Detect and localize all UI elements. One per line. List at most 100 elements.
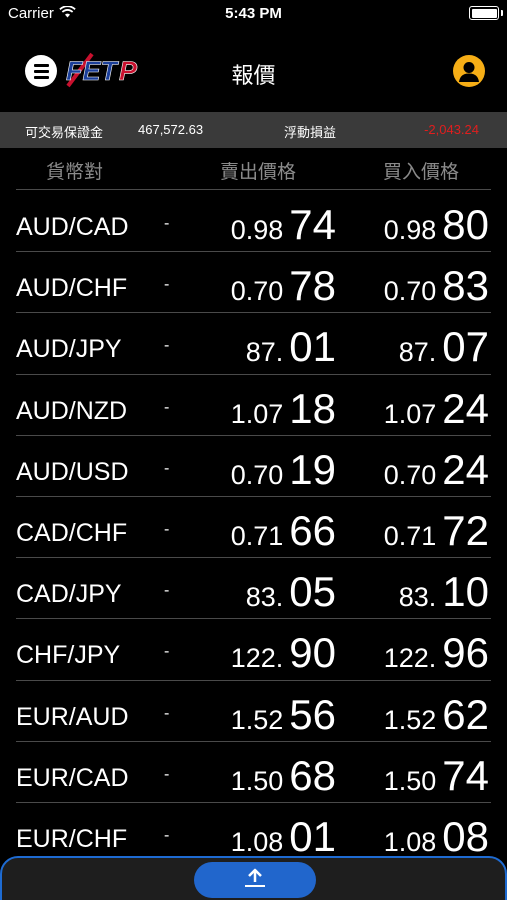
buy-price-prefix: 0.70 (383, 276, 437, 307)
status-bar: Carrier 5:43 PM (0, 0, 507, 28)
quote-row[interactable]: AUD/CAD - 0.98 74 0.98 80 (16, 191, 491, 253)
sell-price-prefix: 1.50 (230, 765, 284, 796)
buy-price-prefix: 1.50 (383, 765, 437, 796)
buy-price-prefix: 87. (398, 337, 437, 368)
header-currency-pair: 貨幣對 (46, 162, 104, 183)
sell-price[interactable]: 1.08 01 (231, 813, 336, 861)
header-buy-price: 買入價格 (383, 162, 460, 183)
quote-row[interactable]: CAD/CHF - 0.71 66 0.71 72 (16, 497, 491, 559)
quote-row[interactable]: EUR/CAD - 1.50 68 1.50 74 (16, 742, 491, 803)
buy-price-pips: 08 (442, 812, 489, 860)
quote-row[interactable]: AUD/NZD - 1.07 18 1.07 24 (16, 375, 491, 436)
quote-row[interactable]: AUD/USD - 0.70 19 0.70 24 (16, 436, 491, 497)
buy-price-pips: 07 (442, 323, 489, 371)
quote-row[interactable]: CHF/JPY - 122. 90 122. 96 (16, 619, 491, 681)
sell-price[interactable]: 87. 01 (246, 323, 336, 371)
quote-row[interactable]: CAD/JPY - 83. 05 83. 10 (16, 558, 491, 620)
floating-pl-label: 浮動損益 (284, 125, 337, 140)
sell-price-pips: 18 (289, 384, 336, 432)
quote-row[interactable]: AUD/JPY - 87. 01 87. 07 (16, 313, 491, 375)
buy-price[interactable]: 1.08 08 (384, 813, 489, 861)
currency-pair: AUD/CHF (16, 274, 128, 303)
sell-price-prefix: 1.08 (230, 826, 284, 857)
quote-list: AUD/CAD - 0.98 74 0.98 80 AUD/CHF - 0.70 78… (16, 191, 491, 865)
sell-price-pips: 05 (289, 568, 336, 616)
buy-price[interactable]: 1.50 74 (384, 752, 489, 800)
buy-price[interactable]: 0.70 24 (384, 446, 489, 494)
change-indicator: - (164, 704, 170, 722)
buy-price-prefix: 122. (383, 643, 437, 674)
change-indicator: - (164, 337, 170, 355)
buy-price-prefix: 0.70 (383, 459, 437, 490)
sell-price[interactable]: 83. 05 (246, 568, 336, 616)
sell-price[interactable]: 1.50 68 (231, 752, 336, 800)
user-icon[interactable] (453, 55, 485, 87)
buy-price[interactable]: 0.98 80 (384, 201, 489, 249)
sell-price[interactable]: 1.52 56 (231, 691, 336, 739)
buy-price-pips: 24 (442, 445, 489, 493)
currency-pair: AUD/CAD (16, 213, 129, 241)
buy-price-prefix: 0.98 (383, 215, 437, 245)
buy-price[interactable]: 83. 10 (399, 568, 489, 616)
sell-price-pips: 90 (289, 629, 336, 677)
buy-price-pips: 74 (442, 751, 489, 799)
buy-price[interactable]: 1.07 24 (384, 385, 489, 433)
currency-pair: EUR/CHF (16, 824, 128, 853)
sell-price[interactable]: 0.98 74 (231, 201, 336, 249)
available-margin-value: 467,572.63 (138, 122, 204, 137)
quote-row[interactable]: AUD/CHF - 0.70 78 0.70 83 (16, 252, 491, 314)
quote-table-header: 貨幣對 賣出價格 買入價格 (16, 148, 491, 190)
sell-price-pips: 01 (289, 323, 336, 371)
buy-price-prefix: 0.71 (383, 520, 437, 551)
battery-tip (501, 10, 503, 16)
sell-price[interactable]: 0.70 19 (231, 446, 336, 494)
buy-price-pips: 24 (442, 384, 489, 432)
available-margin-label: 可交易保證金 (25, 125, 104, 140)
change-indicator: - (164, 826, 170, 844)
buy-price[interactable]: 0.71 72 (384, 507, 489, 555)
sell-price-pips: 01 (289, 812, 336, 860)
account-summary-bar: 可交易保證金 467,572.63 浮動損益 -2,043.24 (0, 112, 507, 148)
change-indicator: - (164, 398, 170, 416)
sell-price-pips: 19 (289, 445, 336, 493)
sell-price[interactable]: 1.07 18 (231, 385, 336, 433)
sell-price[interactable]: 122. 90 (231, 629, 336, 677)
buy-price-prefix: 1.07 (383, 398, 437, 429)
page-title: 報價 (231, 63, 276, 88)
buy-price-prefix: 1.08 (383, 826, 437, 857)
sell-price[interactable]: 0.71 66 (231, 507, 336, 555)
change-indicator: - (164, 215, 170, 232)
sell-price-prefix: 122. (230, 643, 284, 674)
buy-price-pips: 62 (442, 690, 489, 738)
buy-price[interactable]: 0.70 83 (384, 262, 489, 310)
sell-price-prefix: 0.98 (230, 215, 284, 245)
buy-price[interactable]: 122. 96 (384, 629, 489, 677)
buy-price-pips: 80 (442, 201, 489, 248)
sell-price-prefix: 83. (245, 582, 284, 613)
quote-row[interactable]: EUR/AUD - 1.52 56 1.52 62 (16, 681, 491, 742)
arrow-up-icon (244, 868, 266, 893)
buy-price[interactable]: 87. 07 (399, 323, 489, 371)
change-indicator: - (164, 520, 170, 538)
change-indicator: - (164, 643, 170, 661)
sell-price-prefix: 1.52 (230, 704, 284, 735)
sell-price-pips: 74 (289, 201, 336, 248)
sell-price-prefix: 0.70 (230, 459, 284, 490)
sell-price-prefix: 87. (245, 337, 284, 368)
floating-pl-value: -2,043.24 (424, 122, 479, 137)
currency-pair: CAD/JPY (16, 580, 122, 609)
sell-price-pips: 68 (289, 751, 336, 799)
buy-price-prefix: 83. (398, 582, 437, 613)
expand-drawer-button[interactable] (194, 862, 316, 898)
sell-price-pips: 66 (289, 506, 336, 554)
quote-row[interactable]: EUR/CHF - 1.08 01 1.08 08 (16, 803, 491, 865)
buy-price[interactable]: 1.52 62 (384, 691, 489, 739)
sell-price-prefix: 0.71 (230, 520, 284, 551)
currency-pair: CAD/CHF (16, 518, 128, 547)
currency-pair: AUD/USD (16, 457, 129, 486)
sell-price[interactable]: 0.70 78 (231, 262, 336, 310)
currency-pair: EUR/AUD (16, 702, 129, 731)
status-time: 5:43 PM (225, 5, 282, 22)
sell-price-pips: 56 (289, 690, 336, 738)
battery-icon (469, 6, 499, 20)
